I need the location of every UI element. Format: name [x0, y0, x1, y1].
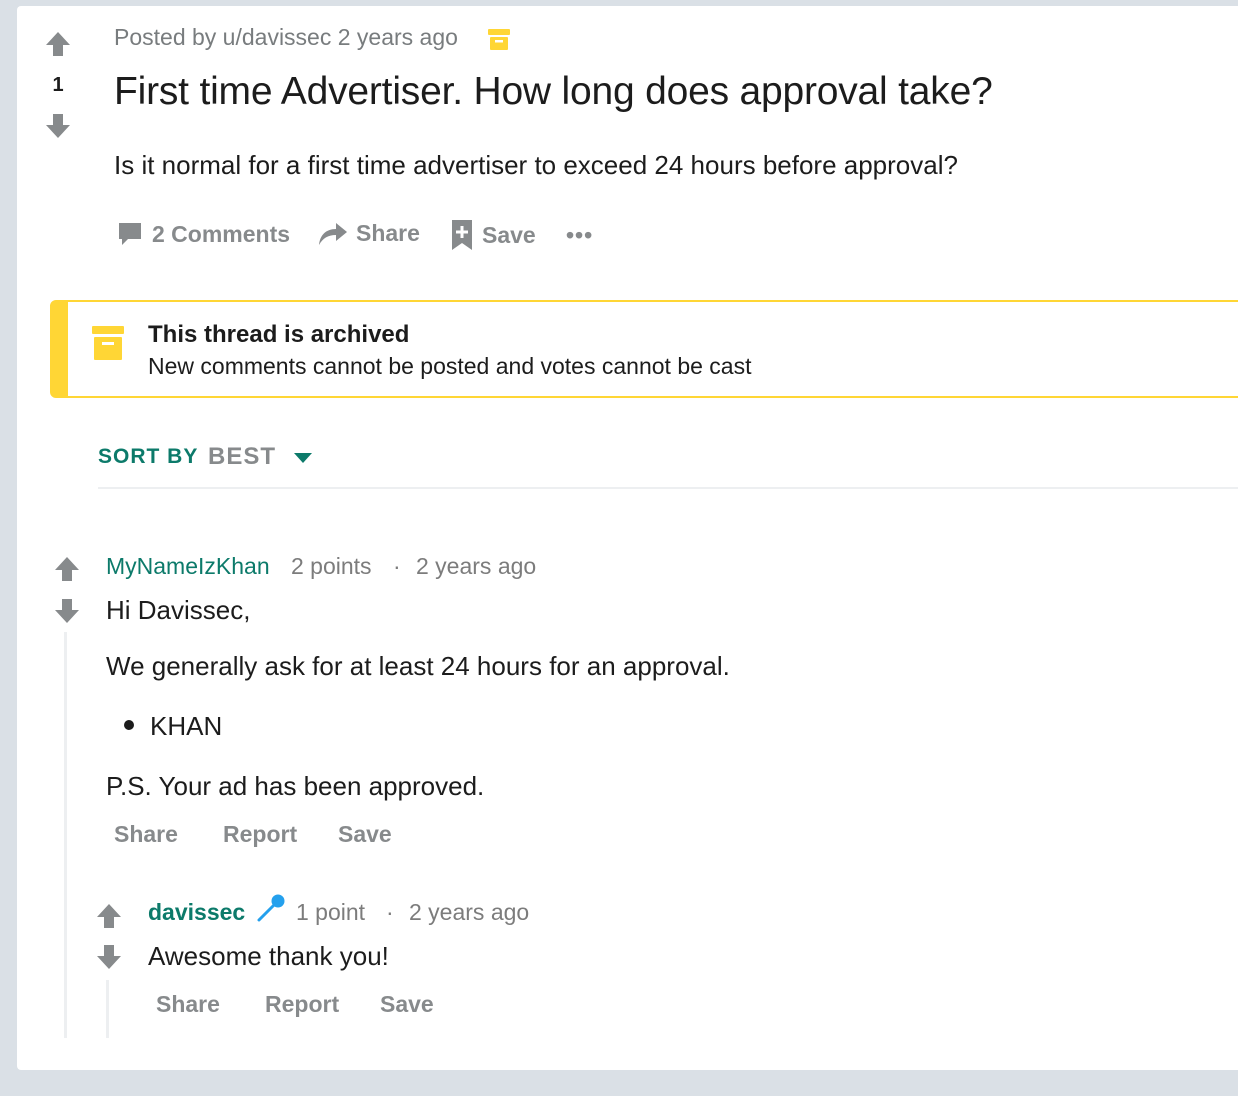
sort-by-label: SORT BY [98, 445, 199, 468]
comment-report-button[interactable]: Report [265, 991, 339, 1018]
comment-author[interactable]: davissec [148, 899, 245, 926]
thread-line[interactable] [64, 632, 67, 1038]
save-label: Save [482, 221, 536, 248]
bookmark-plus-icon [450, 218, 474, 252]
archive-box-icon [487, 28, 511, 52]
comment-share-button[interactable]: Share [114, 821, 178, 848]
share-arrow-icon [318, 221, 348, 247]
thread-line[interactable] [106, 980, 109, 1038]
sort-dropdown[interactable]: BEST [208, 443, 276, 471]
post-score: 1 [52, 74, 64, 96]
downvote-arrow-icon[interactable] [44, 112, 72, 140]
post-title[interactable]: First time Advertiser. How long does app… [114, 70, 993, 114]
comment-author[interactable]: MyNameIzKhan [106, 553, 270, 580]
separator-dot: · [386, 899, 394, 925]
save-button[interactable]: Save [450, 218, 536, 252]
comment-points: 1 point [296, 899, 366, 925]
archive-box-icon [92, 326, 124, 360]
comment-save-button[interactable]: Save [338, 821, 392, 848]
comment-bubble-icon [116, 220, 144, 248]
comment-paragraph: Hi Davissec, [106, 595, 251, 625]
archived-banner [50, 300, 1238, 398]
comment-paragraph: We generally ask for at least 24 hours f… [106, 651, 730, 681]
divider [98, 487, 1238, 489]
post-meta: Posted by u/davissec 2 years ago [114, 24, 458, 50]
comment-timestamp[interactable]: 2 years ago [416, 553, 536, 580]
post-body: Is it normal for a first time advertiser… [114, 150, 958, 180]
upvote-arrow-icon[interactable] [54, 555, 80, 583]
share-label: Share [356, 220, 420, 246]
downvote-arrow-icon[interactable] [54, 597, 80, 625]
separator-dot: · [393, 553, 401, 579]
comments-label: 2 Comments [152, 220, 291, 247]
comment-report-button[interactable]: Report [223, 821, 297, 848]
comments-button[interactable]: 2 Comments [116, 220, 290, 248]
comment-list-item: KHAN [150, 711, 223, 741]
comment-timestamp[interactable]: 2 years ago [409, 899, 529, 926]
comment-body: Awesome thank you! [148, 941, 389, 971]
more-options-button[interactable]: ••• [566, 222, 593, 249]
upvote-arrow-icon[interactable] [96, 902, 122, 930]
comment-paragraph: P.S. Your ad has been approved. [106, 771, 485, 801]
downvote-arrow-icon[interactable] [96, 943, 122, 971]
upvote-arrow-icon[interactable] [44, 30, 72, 58]
list-bullet [124, 720, 134, 730]
comment-points: 2 points [291, 553, 372, 579]
microphone-icon [256, 893, 286, 923]
caret-down-icon[interactable] [293, 452, 313, 464]
share-button[interactable]: Share [318, 220, 420, 247]
archived-title: This thread is archived [148, 321, 410, 348]
comment-share-button[interactable]: Share [156, 991, 220, 1018]
archived-subtitle: New comments cannot be posted and votes … [148, 353, 752, 379]
comment-save-button[interactable]: Save [380, 991, 434, 1018]
